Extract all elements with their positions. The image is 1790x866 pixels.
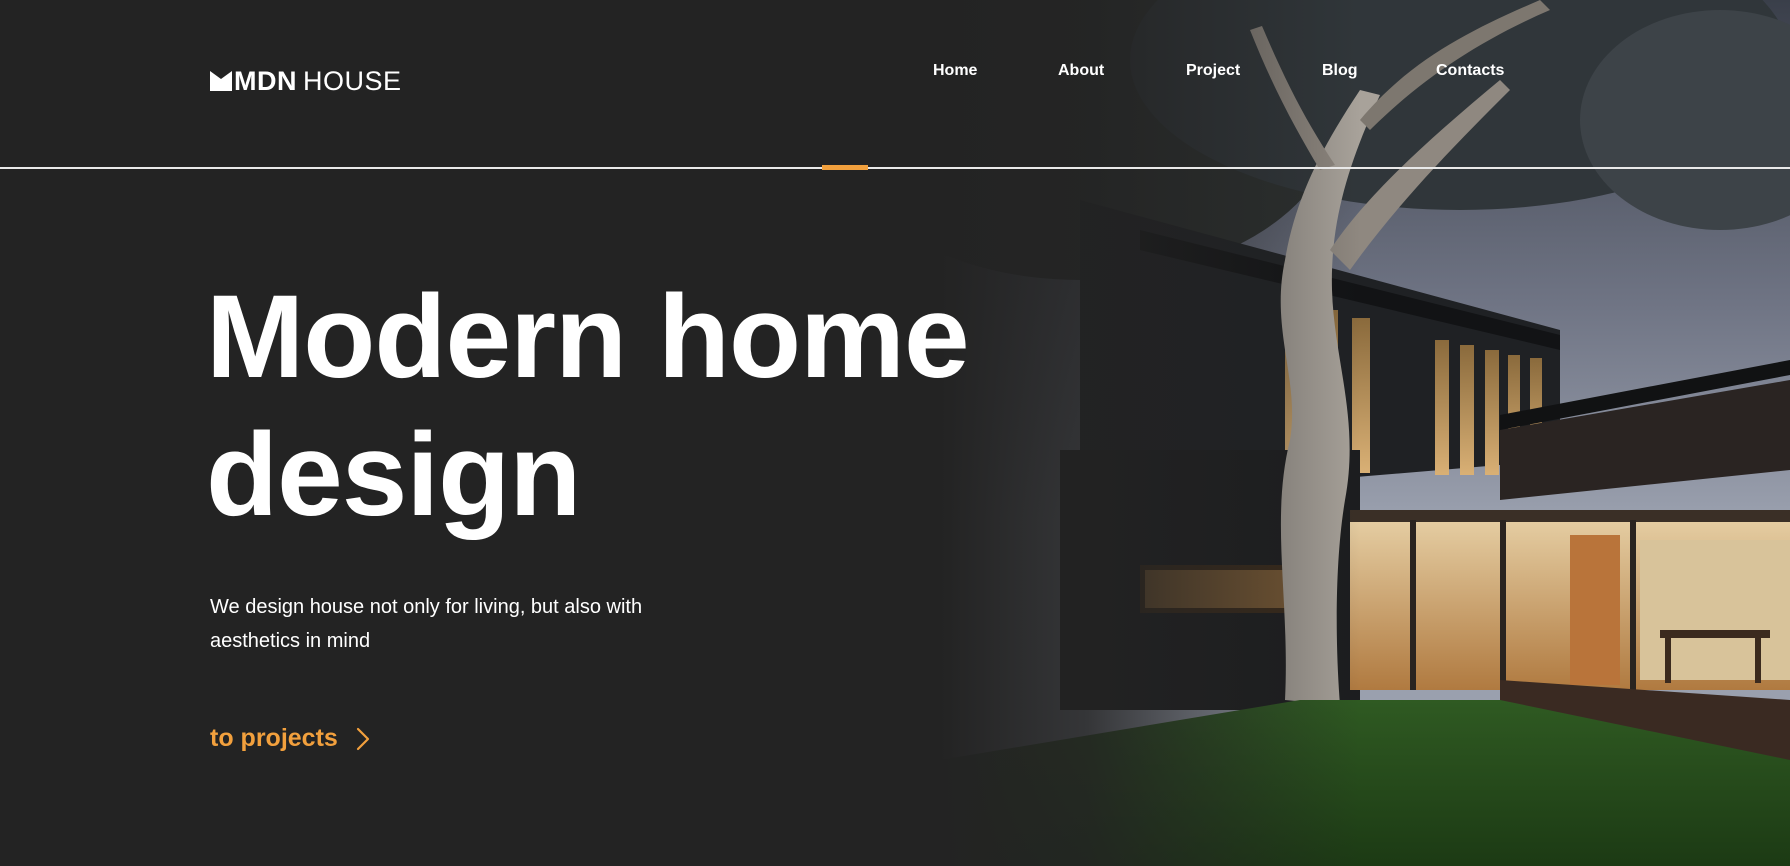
nav-item-home[interactable]: Home (933, 62, 977, 80)
nav-item-blog[interactable]: Blog (1322, 62, 1358, 80)
to-projects-link[interactable]: to projects (210, 724, 370, 753)
nav-item-project[interactable]: Project (1186, 62, 1240, 80)
to-projects-label: to projects (210, 724, 338, 752)
header-divider (0, 167, 1790, 169)
hero-title: Modern home design (206, 268, 970, 544)
hero-subtitle: We design house not only for living, but… (210, 596, 643, 652)
hero-title-line-1: Modern home (206, 271, 970, 403)
landing-page: MDN HOUSE Home About Project Blog Contac… (0, 0, 1790, 866)
chevron-right-icon (356, 727, 369, 750)
site-header: MDN HOUSE Home About Project Blog Contac… (0, 0, 1790, 170)
hero-title-line-2: design (206, 409, 581, 541)
nav-item-contacts[interactable]: Contacts (1436, 62, 1504, 80)
nav-item-about[interactable]: About (1058, 62, 1104, 80)
divider-accent-marker (822, 165, 868, 170)
main-nav: Home About Project Blog Contacts (0, 62, 1790, 86)
